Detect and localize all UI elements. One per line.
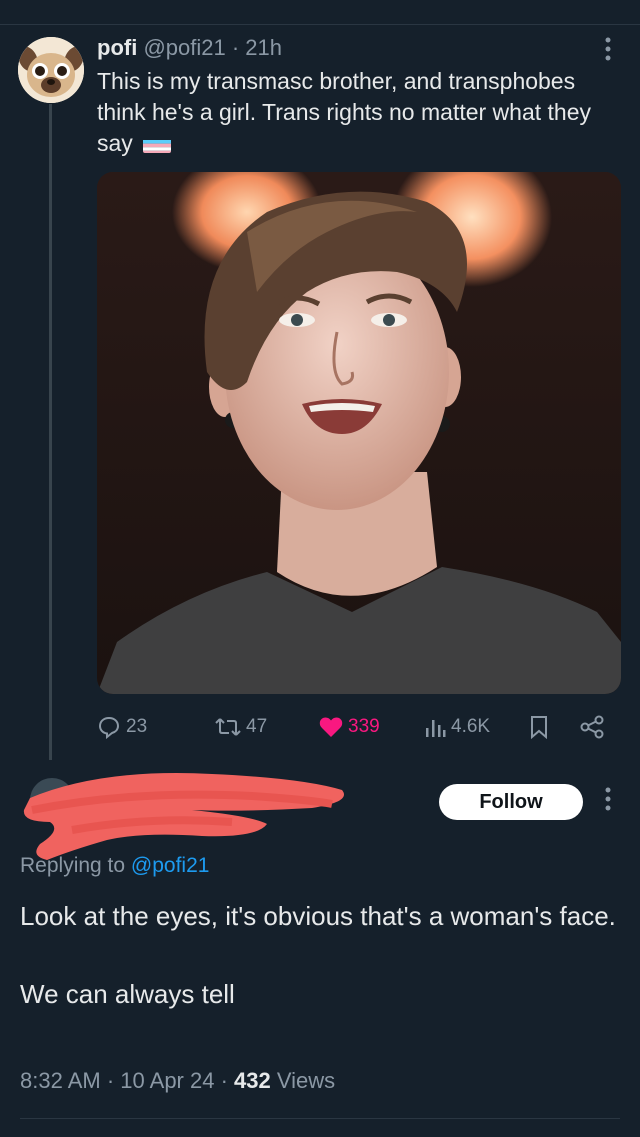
reply-time[interactable]: 8:32 AM [20,1068,101,1093]
like-count: 339 [348,716,380,737]
footer-dot-1: · [100,1068,121,1093]
reply-views-label: Views [270,1068,336,1093]
more-icon[interactable] [598,36,618,66]
share-icon [580,715,604,739]
reply-button[interactable]: 23 [97,710,147,744]
reply-date[interactable]: 10 Apr 24 [120,1068,214,1093]
tweet-time[interactable]: 21h [245,35,282,60]
replying-prefix: Replying to [20,854,131,877]
replying-handle-link[interactable]: @pofi21 [131,854,210,877]
follow-button[interactable]: Follow [439,784,583,820]
tweet-text: This is my transmasc brother, and transp… [97,66,617,159]
reply-icon [98,716,120,739]
reply-count: 23 [126,716,148,737]
tweet-text-body: This is my transmasc brother, and transp… [97,68,592,156]
reply-text: Look at the eyes, it's obvious that's a … [20,896,620,1014]
retweet-count: 47 [246,716,268,737]
reply-timestamp-line: 8:32 AM · 10 Apr 24 · 432 Views [20,1068,335,1094]
more-icon[interactable] [598,786,618,816]
portrait-image [97,172,621,694]
bottom-divider [20,1118,620,1119]
views-count: 4.6K [451,716,491,737]
tweet-action-bar: 23 47 339 4.6K [97,710,621,744]
bookmark-icon [531,716,547,739]
trans-flag-emoji [143,135,172,153]
heart-icon [319,717,343,737]
pug-avatar-icon [18,37,84,103]
share-button[interactable] [579,710,610,744]
views-icon [426,720,446,737]
pug-avatar[interactable] [18,37,84,103]
reply-paragraph-2: We can always tell [20,979,235,1009]
author-display-name[interactable]: pofi [97,35,137,60]
like-button[interactable]: 339 [319,710,380,744]
thread-connector-line [49,104,52,760]
tweet-header: pofi @pofi21 · 21h [97,34,282,62]
footer-dot-2: · [214,1068,235,1093]
reply-paragraph-1: Look at the eyes, it's obvious that's a … [20,901,616,931]
top-divider [0,24,640,25]
views-button[interactable]: 4.6K [424,710,490,744]
retweet-button[interactable]: 47 [215,710,267,744]
tweet-photo[interactable] [97,172,621,694]
author-handle[interactable]: @pofi21 [143,35,225,60]
bookmark-button[interactable] [529,710,554,744]
replying-to-line: Replying to @pofi21 [20,854,209,878]
reply-views-count: 432 [234,1068,271,1093]
retweet-icon [215,718,241,736]
header-separator: · [225,35,246,60]
